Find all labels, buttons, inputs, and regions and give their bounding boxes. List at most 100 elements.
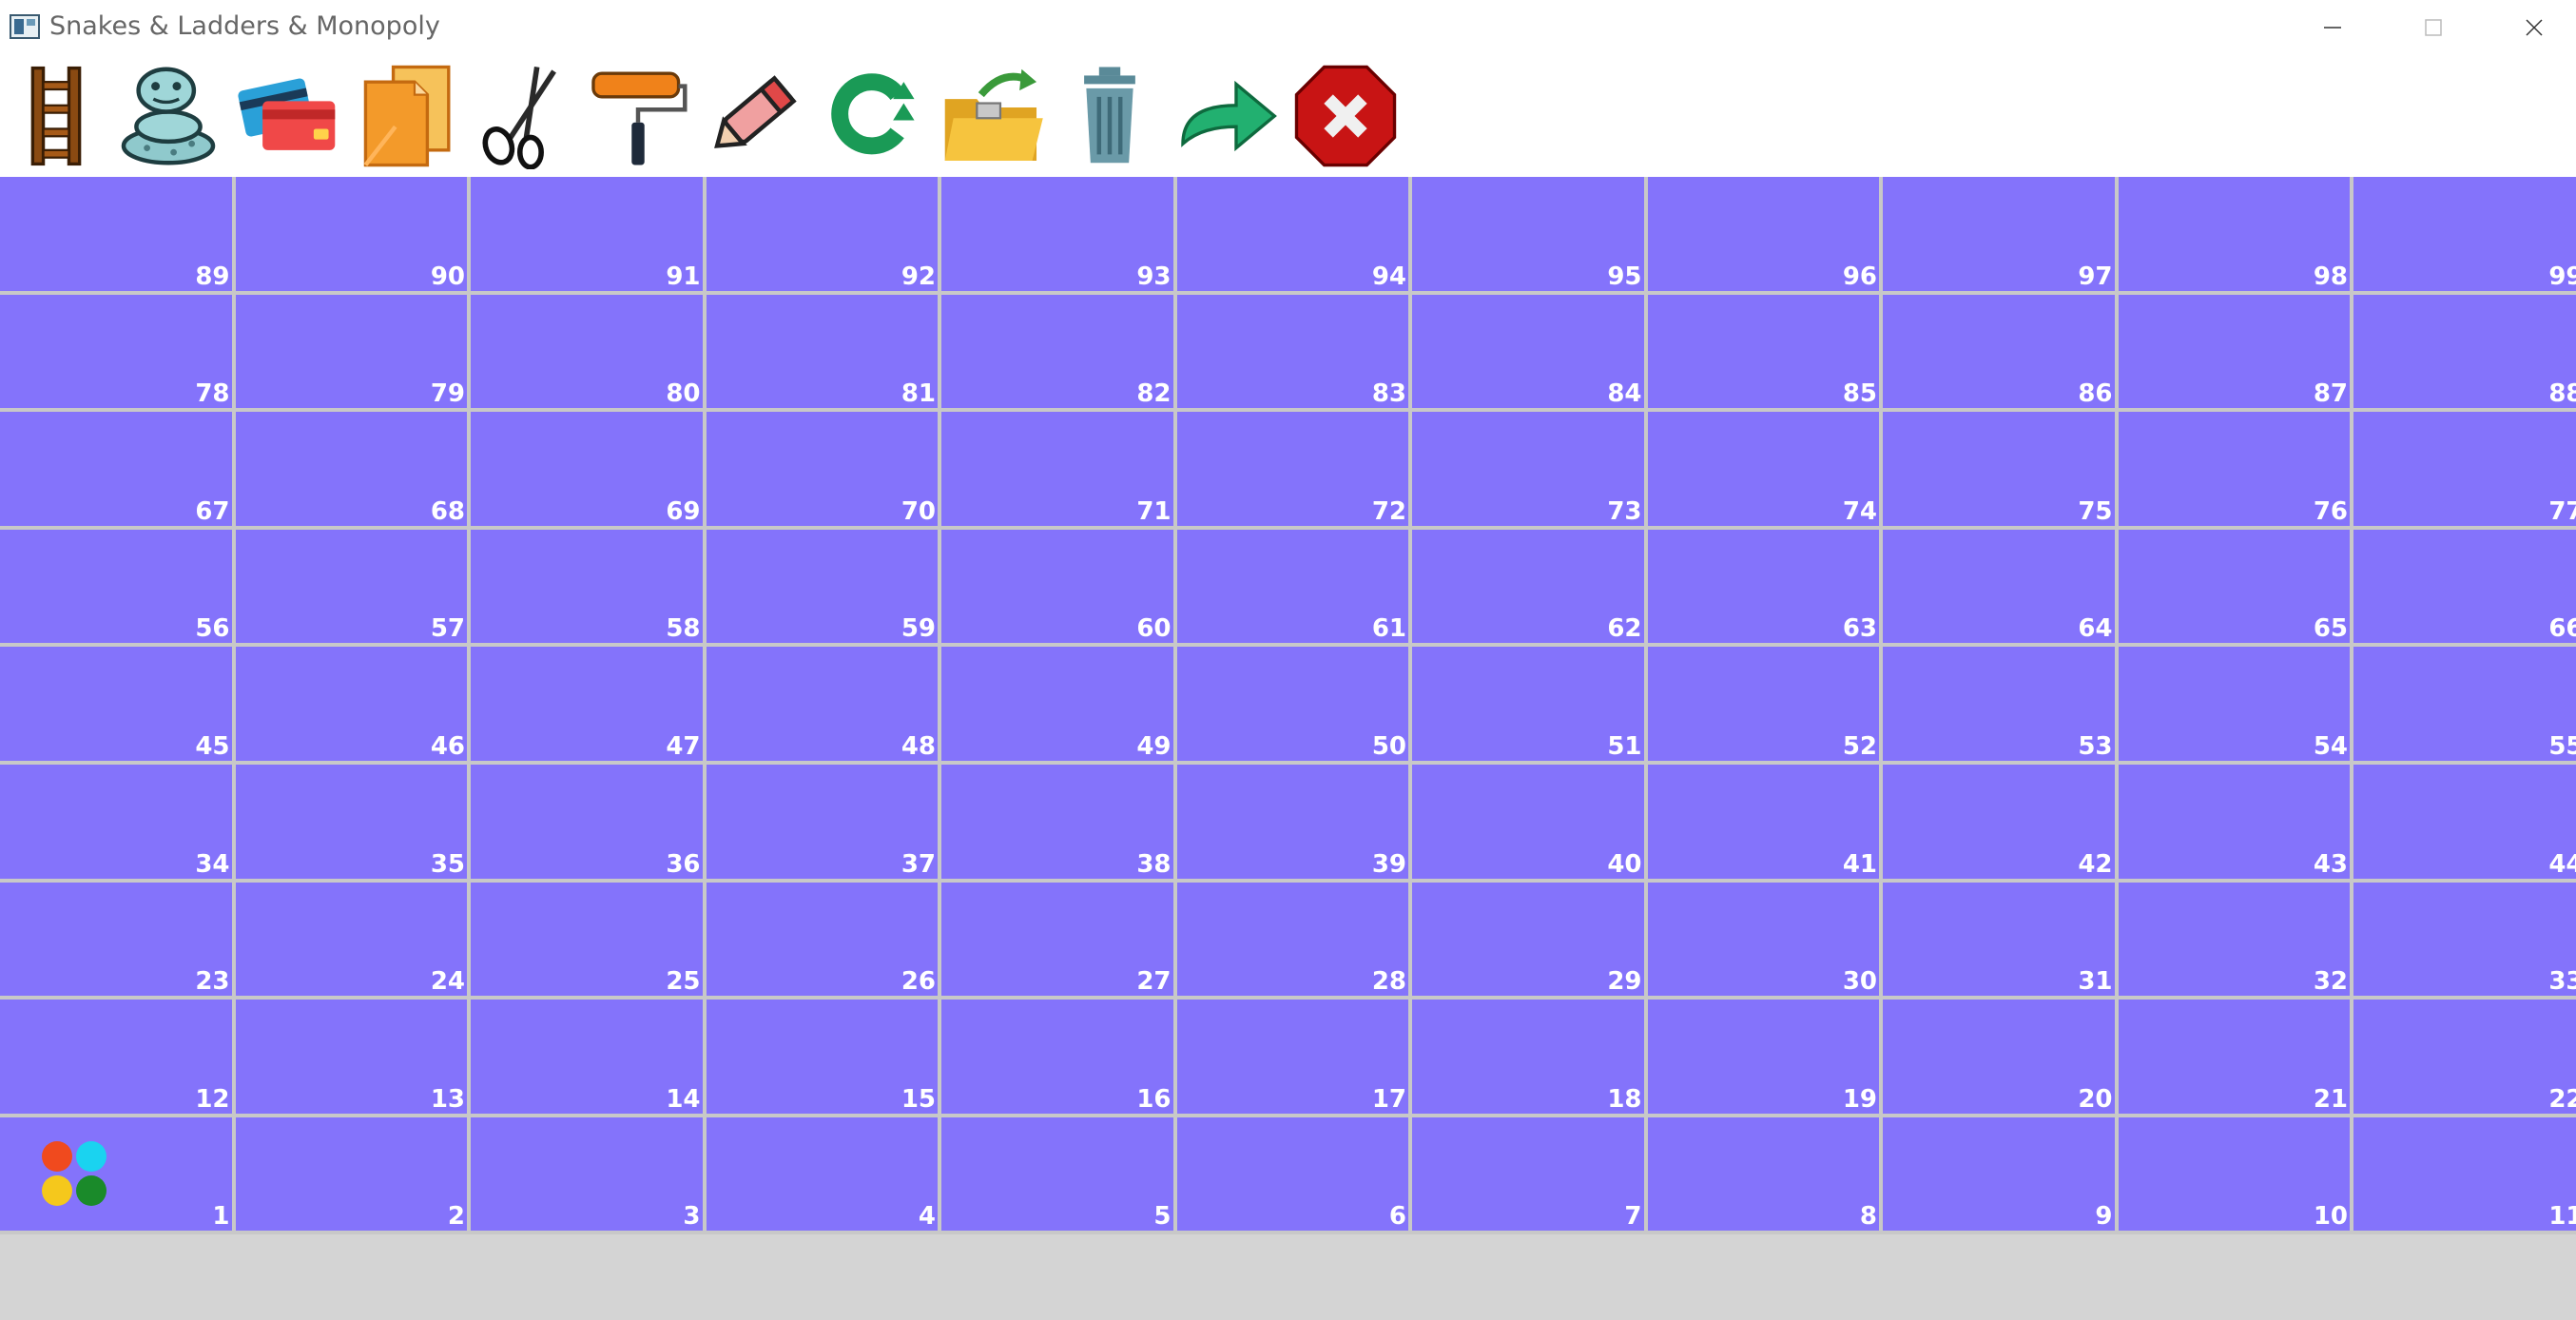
board-cell[interactable]: 64 (1883, 529, 2115, 644)
board-cell[interactable]: 86 (1883, 294, 2115, 409)
board-cell[interactable]: 58 (471, 529, 703, 644)
minimize-button[interactable] (2282, 0, 2383, 55)
forward-tool[interactable] (1172, 63, 1284, 169)
green-token[interactable] (76, 1175, 107, 1206)
board-cell[interactable]: 47 (471, 647, 703, 761)
board-cell[interactable]: 79 (235, 294, 467, 409)
board-cell[interactable]: 57 (235, 529, 467, 644)
board-cell[interactable]: 72 (1176, 412, 1408, 526)
board-cell[interactable]: 83 (1176, 294, 1408, 409)
board-cell[interactable]: 70 (706, 412, 938, 526)
board-cell[interactable]: 28 (1176, 882, 1408, 997)
board-cell[interactable]: 73 (1412, 412, 1644, 526)
board-cell[interactable]: 5 (941, 1116, 1173, 1232)
board-cell[interactable]: 26 (706, 882, 938, 997)
board-cell[interactable]: 95 (1412, 177, 1644, 291)
board-cell[interactable]: 66 (2353, 529, 2576, 644)
board-cell[interactable]: 51 (1412, 647, 1644, 761)
board-cell[interactable]: 71 (941, 412, 1173, 526)
board-cell[interactable]: 12 (0, 1000, 232, 1114)
board-cell[interactable]: 6 (1176, 1116, 1408, 1232)
board-cell[interactable]: 23 (0, 882, 232, 997)
board-cell[interactable]: 3 (471, 1116, 703, 1232)
board-cell[interactable]: 20 (1883, 1000, 2115, 1114)
ladder-tool[interactable] (0, 63, 112, 169)
board-cell[interactable]: 22 (2353, 1000, 2576, 1114)
board-cell[interactable]: 74 (1647, 412, 1879, 526)
board-cell[interactable]: 27 (941, 882, 1173, 997)
board-cell[interactable]: 92 (706, 177, 938, 291)
board-cell[interactable]: 13 (235, 1000, 467, 1114)
board-cell[interactable]: 7 (1412, 1116, 1644, 1232)
board-cell[interactable]: 90 (235, 177, 467, 291)
board-cell[interactable]: 32 (2118, 882, 2350, 997)
board-cell[interactable]: 46 (235, 647, 467, 761)
board-cell[interactable]: 96 (1647, 177, 1879, 291)
snake-tool[interactable] (112, 63, 224, 169)
board-cell[interactable]: 18 (1412, 1000, 1644, 1114)
board-cell[interactable]: 35 (235, 765, 467, 879)
cut-tool[interactable] (466, 63, 578, 169)
board-cell[interactable]: 76 (2118, 412, 2350, 526)
open-tool[interactable] (936, 63, 1048, 169)
copy-tool[interactable] (350, 63, 462, 169)
board-cell[interactable]: 93 (941, 177, 1173, 291)
board-cell[interactable]: 62 (1412, 529, 1644, 644)
board-cell[interactable]: 80 (471, 294, 703, 409)
board-cell[interactable]: 99 (2353, 177, 2576, 291)
board-cell[interactable]: 69 (471, 412, 703, 526)
board-cell[interactable]: 24 (235, 882, 467, 997)
close-window-button[interactable] (2484, 0, 2576, 55)
board-cell[interactable]: 77 (2353, 412, 2576, 526)
board-cell[interactable]: 87 (2118, 294, 2350, 409)
board-cell[interactable]: 85 (1647, 294, 1879, 409)
board-cell[interactable]: 2 (235, 1116, 467, 1232)
board-cell[interactable]: 39 (1176, 765, 1408, 879)
board-cell[interactable]: 91 (471, 177, 703, 291)
board-cell[interactable]: 50 (1176, 647, 1408, 761)
board-cell[interactable]: 14 (471, 1000, 703, 1114)
yellow-token[interactable] (42, 1175, 72, 1206)
edit-tool[interactable] (700, 63, 812, 169)
board-cell[interactable]: 19 (1647, 1000, 1879, 1114)
board-cell[interactable]: 75 (1883, 412, 2115, 526)
board-cell[interactable]: 68 (235, 412, 467, 526)
paint-tool[interactable] (582, 63, 694, 169)
board-cell[interactable]: 63 (1647, 529, 1879, 644)
board-cell[interactable]: 29 (1412, 882, 1644, 997)
board-cell[interactable]: 31 (1883, 882, 2115, 997)
board-cell[interactable]: 21 (2118, 1000, 2350, 1114)
cards-tool[interactable] (232, 63, 344, 169)
board-cell[interactable]: 56 (0, 529, 232, 644)
delete-tool[interactable] (1054, 63, 1166, 169)
board-cell[interactable]: 65 (2118, 529, 2350, 644)
board-cell[interactable]: 16 (941, 1000, 1173, 1114)
board-cell[interactable]: 61 (1176, 529, 1408, 644)
cyan-token[interactable] (76, 1141, 107, 1172)
board-cell[interactable]: 88 (2353, 294, 2576, 409)
board-cell[interactable]: 82 (941, 294, 1173, 409)
board-cell[interactable]: 30 (1647, 882, 1879, 997)
board-cell[interactable]: 11 (2353, 1116, 2576, 1232)
refresh-tool[interactable] (818, 63, 930, 169)
board-cell[interactable]: 97 (1883, 177, 2115, 291)
board-cell[interactable]: 17 (1176, 1000, 1408, 1114)
board-cell[interactable]: 9 (1883, 1116, 2115, 1232)
board-cell[interactable]: 55 (2353, 647, 2576, 761)
board-cell[interactable]: 94 (1176, 177, 1408, 291)
board-cell[interactable]: 43 (2118, 765, 2350, 879)
board-cell[interactable]: 1 (0, 1116, 232, 1232)
board-cell[interactable]: 34 (0, 765, 232, 879)
board-cell[interactable]: 49 (941, 647, 1173, 761)
board-cell[interactable]: 60 (941, 529, 1173, 644)
board-cell[interactable]: 41 (1647, 765, 1879, 879)
board-cell[interactable]: 37 (706, 765, 938, 879)
board-cell[interactable]: 44 (2353, 765, 2576, 879)
board-cell[interactable]: 10 (2118, 1116, 2350, 1232)
board-cell[interactable]: 59 (706, 529, 938, 644)
board-cell[interactable]: 78 (0, 294, 232, 409)
board-cell[interactable]: 25 (471, 882, 703, 997)
board-cell[interactable]: 4 (706, 1116, 938, 1232)
board-cell[interactable]: 33 (2353, 882, 2576, 997)
board-cell[interactable]: 15 (706, 1000, 938, 1114)
